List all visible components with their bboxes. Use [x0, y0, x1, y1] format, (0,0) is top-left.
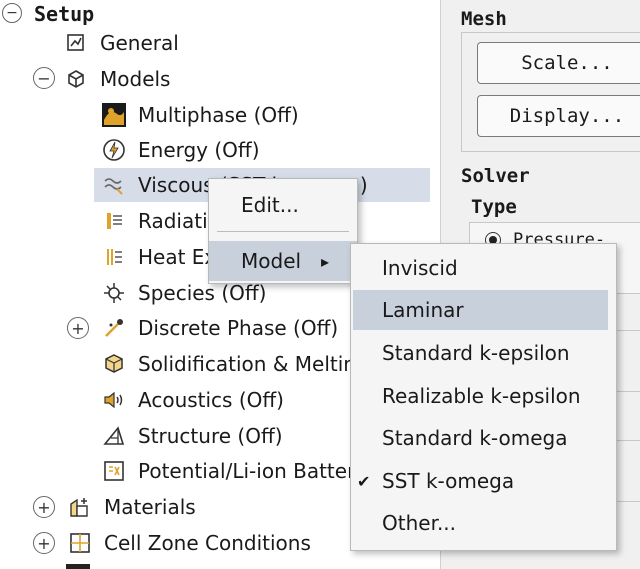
tree-item-general[interactable]: General	[62, 26, 179, 60]
display-button[interactable]: Display...	[477, 95, 640, 137]
menu-separator	[217, 231, 349, 232]
tree-item-label: Models	[100, 67, 171, 91]
species-icon	[100, 279, 128, 307]
general-icon	[62, 29, 90, 57]
next-item-icon	[66, 564, 90, 569]
submenu-item-inviscid[interactable]: Inviscid	[351, 248, 616, 288]
tree-item-structure[interactable]: Structure (Off)	[100, 419, 283, 453]
viscous-model-submenu: Inviscid Laminar Standard k-epsilon Real…	[350, 243, 617, 551]
heat-exchanger-icon	[100, 243, 128, 271]
viscous-icon	[100, 171, 128, 199]
tree-item-label: Species (Off)	[138, 281, 267, 305]
solidification-icon	[100, 350, 128, 378]
setup-collapse-toggle[interactable]: −	[2, 3, 22, 23]
submenu-item-label: Other...	[382, 511, 457, 535]
grid-icon	[66, 529, 94, 557]
discrete-phase-expand-toggle[interactable]: +	[67, 317, 89, 339]
structure-icon	[100, 422, 128, 450]
energy-icon	[100, 136, 128, 164]
submenu-item-label: Realizable k-epsilon	[382, 384, 581, 408]
materials-icon	[66, 493, 94, 521]
submenu-item-label: Inviscid	[382, 256, 458, 280]
tree-item-label: Multiphase (Off)	[138, 103, 299, 127]
radiation-icon	[100, 207, 128, 235]
tree-item-multiphase[interactable]: Multiphase (Off)	[100, 98, 299, 132]
submenu-item-label: Standard k-epsilon	[382, 341, 570, 365]
context-menu: Edit... Model ▸	[208, 178, 358, 284]
model-label: Model	[241, 249, 302, 273]
materials-expand-toggle[interactable]: +	[33, 496, 55, 518]
setup-node-label[interactable]: Setup	[34, 2, 94, 26]
acoustics-icon	[100, 386, 128, 414]
tree-item-label: Energy (Off)	[138, 138, 260, 162]
discrete-phase-icon	[100, 314, 128, 342]
submenu-item-standard-k-omega[interactable]: Standard k-omega	[351, 418, 616, 458]
tree-item-label: General	[100, 31, 179, 55]
edit-label: Edit...	[241, 193, 299, 217]
submenu-item-label: SST k-omega	[382, 469, 515, 493]
tree-item-models[interactable]: Models	[62, 62, 170, 96]
submenu-item-realizable-k-epsilon[interactable]: Realizable k-epsilon	[351, 376, 616, 416]
edit-menu-item[interactable]: Edit...	[209, 185, 357, 225]
tree-item-label: Materials	[104, 495, 196, 519]
model-menu-item[interactable]: Model ▸	[209, 241, 357, 281]
submenu-item-sst-k-omega[interactable]: ✔ SST k-omega	[351, 461, 616, 501]
cell-zone-expand-toggle[interactable]: +	[33, 532, 55, 554]
multiphase-icon	[100, 101, 128, 129]
tree-item-label: Discrete Phase (Off)	[138, 316, 339, 340]
submenu-item-standard-k-epsilon[interactable]: Standard k-epsilon	[351, 333, 616, 373]
tree-item-materials[interactable]: Materials	[66, 490, 196, 524]
type-group-label: Type	[471, 196, 517, 218]
check-icon: ✔	[357, 471, 371, 491]
battery-icon	[100, 457, 128, 485]
tree-item-discrete-phase[interactable]: Discrete Phase (Off)	[100, 311, 338, 345]
solver-group-label: Solver	[461, 165, 530, 187]
cube-icon	[62, 65, 90, 93]
mesh-group-label: Mesh	[461, 8, 507, 30]
tree-item-label: Structure (Off)	[138, 424, 283, 448]
submenu-item-label: Standard k-omega	[382, 426, 568, 450]
scale-button[interactable]: Scale...	[477, 42, 640, 84]
submenu-item-label: Laminar	[382, 298, 464, 322]
submenu-item-other[interactable]: Other...	[351, 503, 616, 543]
models-collapse-toggle[interactable]: −	[33, 67, 55, 89]
tree-item-cell-zone-conditions[interactable]: Cell Zone Conditions	[66, 526, 311, 560]
submenu-arrow-icon: ▸	[321, 251, 330, 271]
tree-item-label: Acoustics (Off)	[138, 388, 284, 412]
tree-item-energy[interactable]: Energy (Off)	[100, 133, 260, 167]
tree-item-label: Cell Zone Conditions	[104, 531, 311, 555]
submenu-item-laminar[interactable]: Laminar	[353, 290, 608, 330]
tree-item-acoustics[interactable]: Acoustics (Off)	[100, 383, 284, 417]
